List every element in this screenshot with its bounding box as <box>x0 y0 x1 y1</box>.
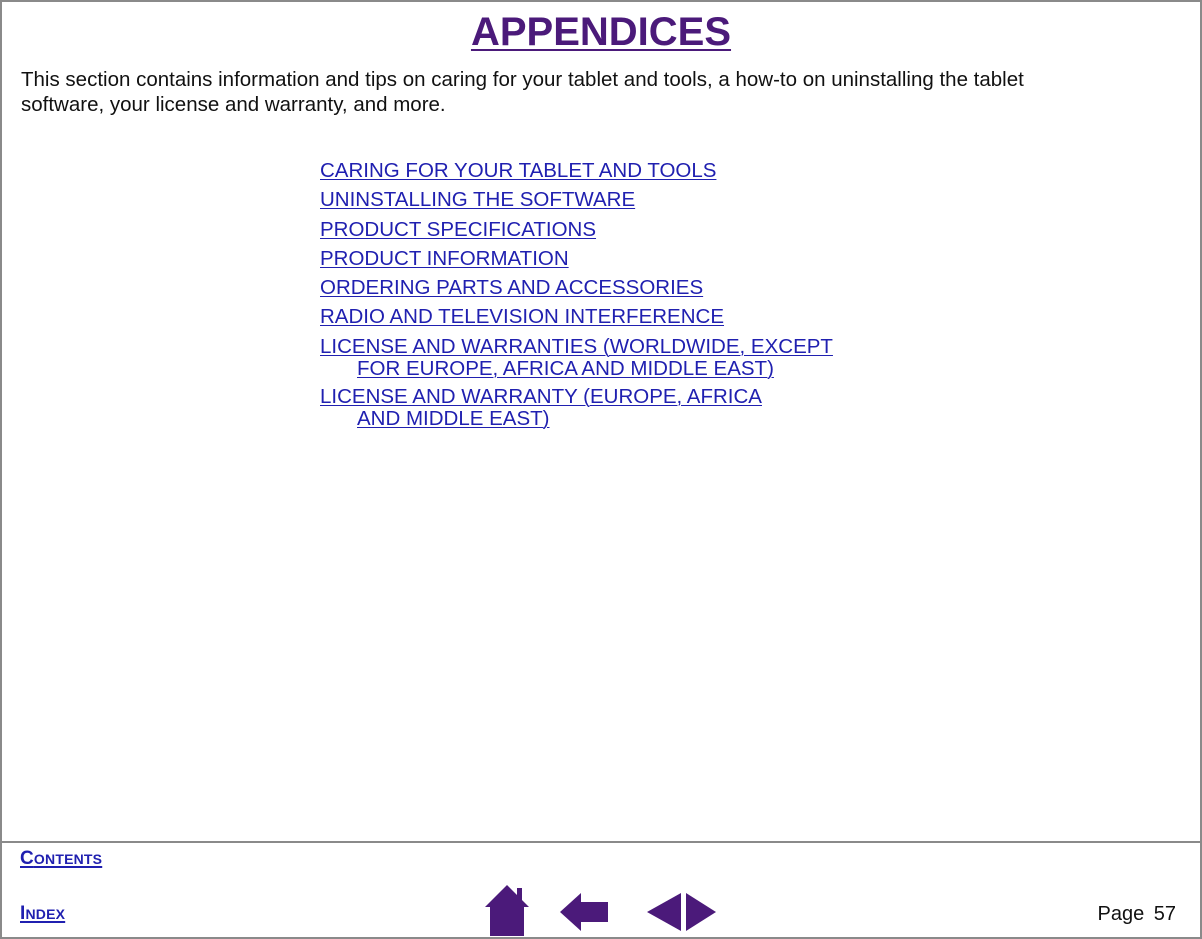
link-caring-for-tablet[interactable]: CARING FOR YOUR TABLET AND TOOLS <box>320 158 833 187</box>
link-license-worldwide[interactable]: LICENSE AND WARRANTIES (WORLDWIDE, EXCEP… <box>320 334 833 380</box>
next-page-icon[interactable] <box>686 893 716 931</box>
index-link[interactable]: INDEX <box>20 903 65 925</box>
page-frame <box>0 0 1202 939</box>
contents-initial: C <box>20 848 34 869</box>
back-arrow-icon[interactable] <box>560 893 609 931</box>
link-line: LICENSE AND WARRANTIES (WORLDWIDE, EXCEP… <box>320 334 833 358</box>
link-product-specifications[interactable]: PRODUCT SPECIFICATIONS <box>320 217 833 246</box>
previous-page-icon[interactable] <box>647 893 682 931</box>
contents-link[interactable]: CONTENTS <box>20 848 102 870</box>
link-license-europe[interactable]: LICENSE AND WARRANTY (EUROPE, AFRICA AND… <box>320 384 833 430</box>
link-product-information[interactable]: PRODUCT INFORMATION <box>320 246 833 275</box>
link-line: LICENSE AND WARRANTY (EUROPE, AFRICA <box>320 384 762 408</box>
link-uninstalling-software[interactable]: UNINSTALLING THE SOFTWARE <box>320 187 833 216</box>
intro-paragraph: This section contains information and ti… <box>21 67 1181 117</box>
index-rest: NDEX <box>25 906 66 922</box>
page-title: APPENDICES <box>0 10 1202 55</box>
home-icon[interactable] <box>484 884 530 936</box>
link-line: FOR EUROPE, AFRICA AND MIDDLE EAST) <box>357 356 774 380</box>
footer-divider <box>0 841 1202 843</box>
page-title-text: APPENDICES <box>470 10 732 54</box>
link-radio-tv-interference[interactable]: RADIO AND TELEVISION INTERFERENCE <box>320 304 833 333</box>
link-line: AND MIDDLE EAST) <box>357 406 550 430</box>
link-ordering-parts[interactable]: ORDERING PARTS AND ACCESSORIES <box>320 275 833 304</box>
intro-line: This section contains information and ti… <box>21 68 1024 91</box>
contents-rest: ONTENTS <box>33 851 103 867</box>
page-number: Page 57 <box>1097 903 1176 925</box>
intro-line: software, your license and warranty, and… <box>21 93 446 116</box>
appendix-links-list: CARING FOR YOUR TABLET AND TOOLS UNINSTA… <box>320 158 833 430</box>
